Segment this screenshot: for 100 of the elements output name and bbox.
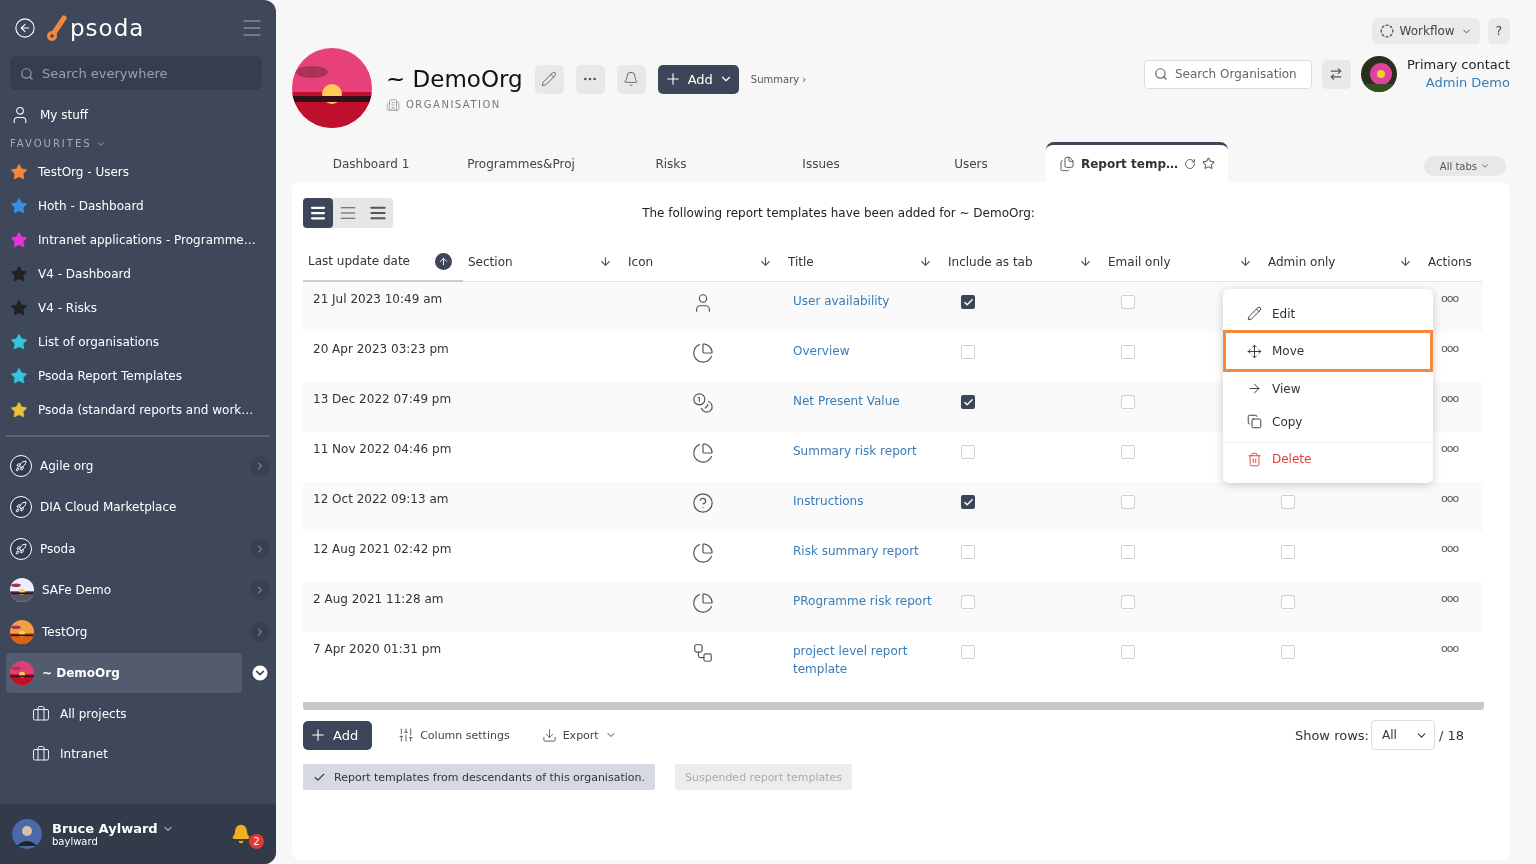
favourite-item[interactable]: Psoda Report Templates: [0, 359, 276, 393]
favourite-item[interactable]: V4 - Risks: [0, 291, 276, 325]
search-field[interactable]: Search everywhere: [10, 56, 262, 90]
favourite-item[interactable]: V4 - Dashboard: [0, 257, 276, 291]
menu-item[interactable]: Edit: [1223, 297, 1433, 330]
actions-button[interactable]: ooo: [1441, 642, 1459, 655]
report-title-link[interactable]: Instructions: [793, 492, 864, 510]
organisation-item[interactable]: DIA Cloud Marketplace: [6, 487, 270, 528]
checkbox[interactable]: [961, 595, 975, 609]
checkbox[interactable]: [961, 545, 975, 559]
sort-icon[interactable]: [759, 255, 772, 268]
sort-icon[interactable]: [1399, 255, 1412, 268]
column-settings-button[interactable]: Column settings: [392, 726, 516, 744]
checkbox[interactable]: [1121, 345, 1135, 359]
star-icon[interactable]: [1202, 157, 1215, 170]
expand-icon[interactable]: [250, 580, 270, 601]
actions-button[interactable]: ooo: [1441, 442, 1459, 455]
expand-icon[interactable]: [250, 455, 270, 476]
section-heading[interactable]: FAVOURITES: [0, 132, 276, 155]
checkbox[interactable]: [1121, 395, 1135, 409]
actions-button[interactable]: ooo: [1441, 542, 1459, 555]
edit-button[interactable]: [534, 64, 564, 94]
checkbox[interactable]: [1121, 445, 1135, 459]
search-field[interactable]: Search Organisation: [1143, 59, 1312, 89]
report-title-link[interactable]: Net Present Value: [793, 392, 900, 410]
organisation-item[interactable]: SAFe Demo: [6, 570, 242, 611]
checkbox[interactable]: [1281, 595, 1295, 609]
filter-toggle[interactable]: Report templates from descendants of this organisation.: [303, 764, 655, 790]
favourite-item[interactable]: Intranet applications - Programme…: [0, 223, 276, 257]
menu-item[interactable]: Move: [1223, 330, 1433, 372]
checkbox[interactable]: [1121, 645, 1135, 659]
bell-button[interactable]: [616, 64, 646, 94]
add-button[interactable]: Add: [657, 64, 739, 94]
more-button[interactable]: [575, 64, 605, 94]
add-button[interactable]: Add: [303, 720, 373, 750]
checkbox[interactable]: [1281, 645, 1295, 659]
sidebar-item[interactable]: My stuff: [0, 98, 276, 132]
workflow-button[interactable]: Workflow: [1371, 18, 1480, 44]
organisation-item[interactable]: TestOrg: [6, 611, 242, 652]
organisation-item[interactable]: ~ DemoOrg: [6, 653, 242, 694]
checkbox[interactable]: [961, 295, 975, 309]
report-title-link[interactable]: Overview: [793, 342, 850, 360]
actions-button[interactable]: ooo: [1441, 342, 1459, 355]
sort-icon[interactable]: [1079, 255, 1092, 268]
menu-item[interactable]: Delete: [1223, 442, 1433, 475]
report-title-link[interactable]: User availability: [793, 292, 890, 310]
favourite-item[interactable]: List of organisations: [0, 325, 276, 359]
back-icon[interactable]: [14, 17, 36, 39]
actions-button[interactable]: ooo: [1441, 592, 1459, 605]
checkbox[interactable]: [1121, 595, 1135, 609]
checkbox[interactable]: [961, 645, 975, 659]
view-mode-button[interactable]: [303, 198, 333, 228]
all-tabs-button[interactable]: All tabs: [1423, 156, 1506, 176]
report-title-link[interactable]: Summary risk report: [793, 442, 917, 460]
sort-ascending-icon[interactable]: [435, 252, 452, 270]
tab[interactable]: Risks: [596, 146, 746, 182]
help-button[interactable]: ?: [1487, 18, 1510, 44]
checkbox[interactable]: [1281, 495, 1295, 509]
organisation-item[interactable]: Agile org: [6, 445, 242, 486]
report-title-link[interactable]: PRogramme risk report: [793, 592, 932, 610]
expand-icon[interactable]: [250, 538, 270, 559]
tab[interactable]: Programmes&Proj: [446, 146, 596, 182]
refresh-icon[interactable]: [1184, 157, 1196, 170]
switch-button[interactable]: [1321, 59, 1351, 89]
rows-select[interactable]: All: [1370, 720, 1435, 750]
expand-icon[interactable]: [250, 621, 270, 642]
checkbox[interactable]: [1121, 295, 1135, 309]
favourite-item[interactable]: Psoda (standard reports and work…: [0, 393, 276, 427]
checkbox[interactable]: [1121, 495, 1135, 509]
checkbox[interactable]: [961, 445, 975, 459]
sort-icon[interactable]: [919, 255, 932, 268]
favourite-item[interactable]: TestOrg - Users: [0, 155, 276, 189]
project-item[interactable]: All projects: [0, 694, 276, 734]
checkbox[interactable]: [961, 495, 975, 509]
sort-icon[interactable]: [599, 255, 612, 268]
tab[interactable]: Report temp…: [1046, 142, 1228, 182]
tab[interactable]: Users: [896, 146, 1046, 182]
menu-item[interactable]: View: [1223, 372, 1433, 405]
checkbox[interactable]: [961, 395, 975, 409]
actions-button[interactable]: ooo: [1441, 292, 1459, 305]
checkbox[interactable]: [961, 345, 975, 359]
menu-item[interactable]: Copy: [1223, 405, 1433, 438]
tab[interactable]: Dashboard 1: [296, 146, 446, 182]
bell-icon[interactable]: [231, 824, 251, 844]
actions-button[interactable]: ooo: [1441, 392, 1459, 405]
organisation-item[interactable]: Psoda: [6, 528, 242, 569]
actions-button[interactable]: ooo: [1441, 492, 1459, 505]
collapse-icon[interactable]: [250, 663, 270, 684]
project-item[interactable]: Intranet: [0, 734, 276, 774]
checkbox[interactable]: [1121, 545, 1135, 559]
export-button[interactable]: Export: [535, 726, 623, 744]
summary-link[interactable]: Summary ›: [750, 73, 807, 85]
tab[interactable]: Issues: [746, 146, 896, 182]
favourite-item[interactable]: Hoth - Dashboard: [0, 189, 276, 223]
contact-link[interactable]: Admin Demo: [1425, 75, 1510, 90]
report-title-link[interactable]: Risk summary report: [793, 542, 919, 560]
checkbox[interactable]: [1281, 545, 1295, 559]
user-name[interactable]: Bruce Aylward: [52, 821, 174, 836]
sort-icon[interactable]: [1239, 255, 1252, 268]
report-title-link[interactable]: project level report template: [793, 642, 933, 678]
